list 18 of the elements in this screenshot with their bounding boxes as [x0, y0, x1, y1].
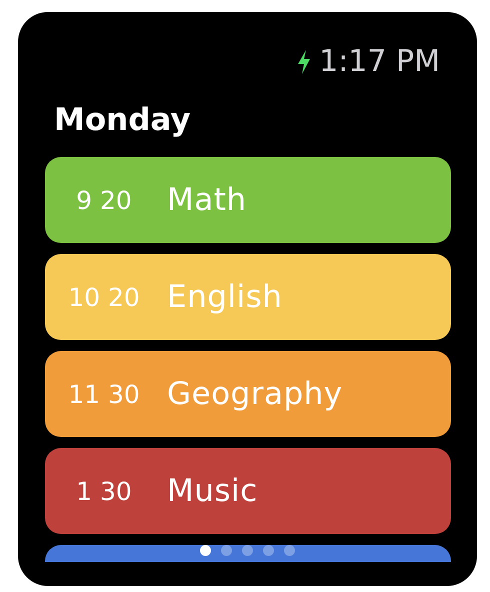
page-dot[interactable] — [263, 545, 274, 556]
lesson-card[interactable]: 1 30 Music — [45, 448, 451, 534]
lesson-time: 10 20 — [67, 282, 141, 312]
lesson-subject: Math — [167, 182, 247, 218]
page-dot[interactable] — [284, 545, 295, 556]
day-title: Monday — [54, 101, 192, 140]
lesson-time: 1 30 — [75, 476, 133, 506]
page-dot[interactable] — [221, 545, 232, 556]
lesson-subject: Geography — [167, 376, 343, 412]
lesson-card[interactable]: 10 20 English — [45, 254, 451, 340]
lesson-card[interactable]: 11 30 Geography — [45, 351, 451, 437]
clock-time: 1:17 PM — [319, 43, 440, 81]
lesson-subject: English — [167, 279, 282, 315]
page-dot[interactable] — [242, 545, 253, 556]
lesson-subject: Music — [167, 473, 258, 509]
lesson-time: 11 30 — [67, 380, 141, 408]
lesson-card[interactable]: 9 20 Math — [45, 157, 451, 243]
lesson-time: 9 20 — [75, 186, 133, 214]
